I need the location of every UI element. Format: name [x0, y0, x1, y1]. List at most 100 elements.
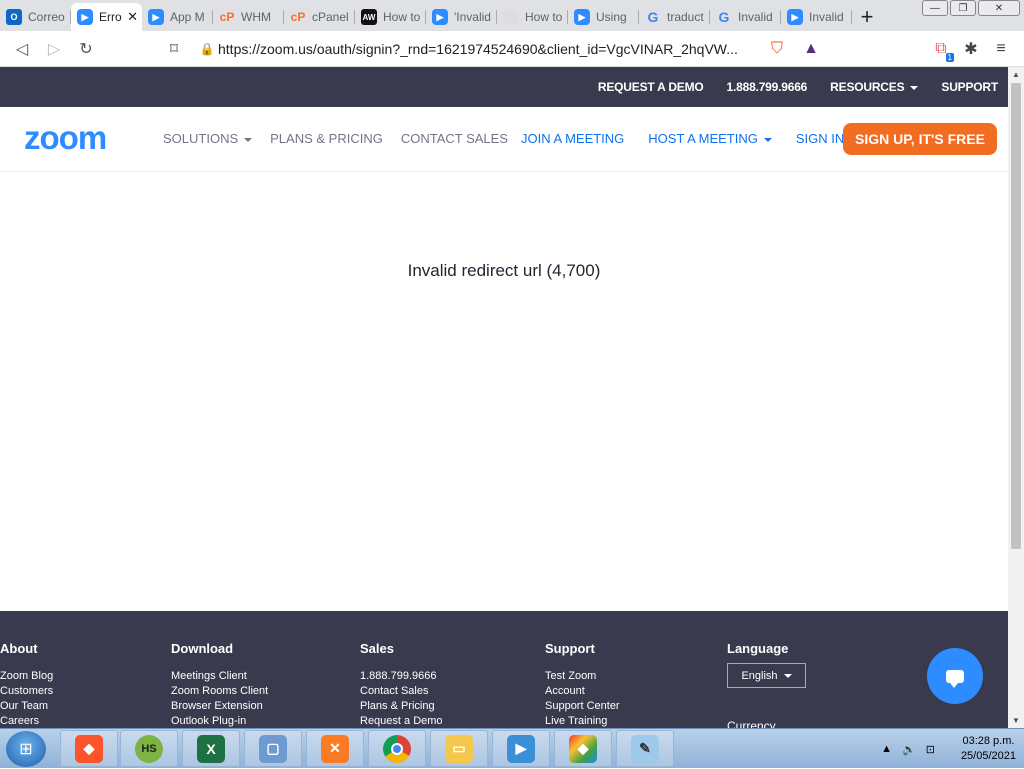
- zoom-nav-bar: zoom SOLUTIONS PLANS & PRICING CONTACT S…: [0, 107, 1008, 172]
- puzzle-icon[interactable]: ✱: [956, 34, 986, 64]
- footer: About Zoom Blog Customers Our Team Caree…: [0, 611, 1008, 728]
- footer-heading: About: [0, 641, 38, 656]
- tab-title: How to: [525, 10, 563, 24]
- tab-how-to-2[interactable]: How to: [497, 3, 568, 31]
- brave-shield-icon[interactable]: ⛉: [762, 34, 792, 64]
- tab-invalid-3[interactable]: ▶ Invalid: [781, 3, 852, 31]
- scroll-up-icon[interactable]: ▲: [1012, 70, 1020, 79]
- footer-link[interactable]: 1.888.799.9666: [360, 669, 443, 684]
- solutions-label: SOLUTIONS: [163, 131, 239, 146]
- volume-icon[interactable]: 🔈: [902, 743, 916, 756]
- contact-sales-link[interactable]: CONTACT SALES: [401, 131, 508, 146]
- zoom-icon: ▶: [77, 9, 93, 25]
- taskbar-xampp[interactable]: ✕: [306, 730, 364, 767]
- taskbar-notepad[interactable]: ✎: [616, 730, 674, 767]
- hs-icon: HS: [135, 734, 163, 763]
- tab-app-m[interactable]: ▶ App M: [142, 3, 213, 31]
- footer-link[interactable]: Request a Demo: [360, 714, 443, 728]
- language-select[interactable]: English: [727, 663, 806, 688]
- taskbar-virtualbox[interactable]: ▢: [244, 730, 302, 767]
- zoom-icon: ▶: [787, 9, 803, 25]
- chevron-down-icon: [783, 673, 792, 678]
- taskbar-explorer[interactable]: ▭: [430, 730, 488, 767]
- footer-link[interactable]: Test Zoom: [545, 669, 620, 684]
- bookmark-icon[interactable]: ⌑: [158, 33, 190, 65]
- cd-icon: [503, 9, 519, 25]
- plans-pricing-link[interactable]: PLANS & PRICING: [270, 131, 383, 146]
- footer-link[interactable]: Live Training: [545, 714, 620, 728]
- new-tab-button[interactable]: +: [852, 3, 882, 31]
- phone-link[interactable]: 1.888.799.9666: [727, 80, 808, 94]
- footer-link[interactable]: Zoom Rooms Client: [171, 684, 268, 699]
- maximize-button[interactable]: ❐: [950, 0, 976, 16]
- tab-using[interactable]: ▶ Using: [568, 3, 639, 31]
- xampp-icon: ✕: [321, 734, 349, 763]
- sign-up-button[interactable]: SIGN UP, IT'S FREE: [843, 123, 997, 155]
- chevron-down-icon: [763, 137, 772, 142]
- reload-icon[interactable]: ↻: [70, 33, 102, 65]
- clock-date: 25/05/2021: [960, 750, 1016, 762]
- taskbar-hs[interactable]: HS: [120, 730, 178, 767]
- url-text: https://zoom.us/oauth/signin?_rnd=162197…: [218, 41, 738, 57]
- scrollbar-thumb[interactable]: [1011, 83, 1021, 549]
- close-window-button[interactable]: ✕: [978, 0, 1020, 16]
- menu-icon[interactable]: ≡: [986, 34, 1016, 64]
- address-bar[interactable]: 🔒 https://zoom.us/oauth/signin?_rnd=1621…: [196, 35, 828, 63]
- taskbar: ⊞ ◆ HS X ▢ ✕ ▭ ▶ ◆ ✎ ▲ 🔈 ⊡ 03:28 p.m. 25…: [0, 728, 1024, 768]
- network-icon[interactable]: ⊡: [926, 743, 935, 756]
- taskbar-chrome[interactable]: [368, 730, 426, 767]
- resources-menu[interactable]: RESOURCES: [830, 80, 919, 94]
- footer-link[interactable]: Account: [545, 684, 620, 699]
- tab-title: Correo: [28, 10, 65, 24]
- extension-badge: 1: [945, 53, 954, 62]
- start-button[interactable]: ⊞: [6, 731, 46, 767]
- footer-link[interactable]: Contact Sales: [360, 684, 443, 699]
- lock-icon: 🔒: [199, 42, 215, 56]
- scroll-down-icon[interactable]: ▼: [1012, 716, 1020, 725]
- cube-icon: ▢: [259, 734, 287, 763]
- tab-invalid-2[interactable]: G Invalid: [710, 3, 781, 31]
- chat-button[interactable]: [927, 648, 983, 704]
- taskbar-excel[interactable]: X: [182, 730, 240, 767]
- close-tab-icon[interactable]: ✕: [127, 9, 138, 25]
- brave-rewards-icon[interactable]: ▲: [796, 34, 826, 64]
- footer-link[interactable]: Meetings Client: [171, 669, 268, 684]
- footer-link[interactable]: Plans & Pricing: [360, 699, 443, 714]
- support-link[interactable]: SUPPORT: [941, 80, 998, 94]
- join-meeting-link[interactable]: JOIN A MEETING: [521, 131, 624, 146]
- zoom-logo[interactable]: zoom: [24, 119, 107, 157]
- taskbar-media[interactable]: ▶: [492, 730, 550, 767]
- tab-invalid-1[interactable]: ▶ 'Invalid: [426, 3, 497, 31]
- footer-link[interactable]: Support Center: [545, 699, 620, 714]
- footer-link[interactable]: Our Team: [0, 699, 53, 714]
- sign-in-link[interactable]: SIGN IN: [796, 131, 844, 146]
- footer-link[interactable]: Customers: [0, 684, 53, 699]
- minimize-button[interactable]: —: [922, 0, 948, 16]
- excel-icon: X: [197, 734, 225, 763]
- footer-link[interactable]: Zoom Blog: [0, 669, 53, 684]
- host-meeting-menu[interactable]: HOST A MEETING: [648, 131, 772, 146]
- clock[interactable]: 03:28 p.m. 25/05/2021: [961, 734, 1016, 764]
- footer-link[interactable]: Outlook Plug-in: [171, 714, 268, 728]
- tray-expand-icon[interactable]: ▲: [881, 743, 892, 755]
- tab-traduct[interactable]: Gtraduct: [639, 3, 710, 31]
- solutions-menu[interactable]: SOLUTIONS: [163, 131, 253, 146]
- footer-link[interactable]: Browser Extension: [171, 699, 268, 714]
- taskbar-brave[interactable]: ◆: [60, 730, 118, 767]
- tab-whm[interactable]: cP WHM: [213, 3, 284, 31]
- request-demo-link[interactable]: REQUEST A DEMO: [598, 80, 704, 94]
- forward-icon[interactable]: ▷: [38, 33, 70, 65]
- tab-how-to[interactable]: AW How to: [355, 3, 426, 31]
- footer-link[interactable]: Careers: [0, 714, 53, 728]
- extension-icon[interactable]: ⧉ 1: [926, 34, 956, 64]
- tab-title: WHM: [241, 10, 271, 24]
- back-icon[interactable]: ◁: [6, 33, 38, 65]
- tab-title: How to: [383, 10, 421, 24]
- zoom-icon: ▶: [148, 9, 164, 25]
- notepad-icon: ✎: [631, 734, 659, 763]
- tab-cpanel[interactable]: cP cPanel: [284, 3, 355, 31]
- page-scrollbar[interactable]: ▲ ▼: [1008, 67, 1024, 728]
- tab-correo[interactable]: O Correo: [0, 3, 71, 31]
- tab-error[interactable]: ▶ Erro ✕: [71, 3, 142, 31]
- taskbar-app[interactable]: ◆: [554, 730, 612, 767]
